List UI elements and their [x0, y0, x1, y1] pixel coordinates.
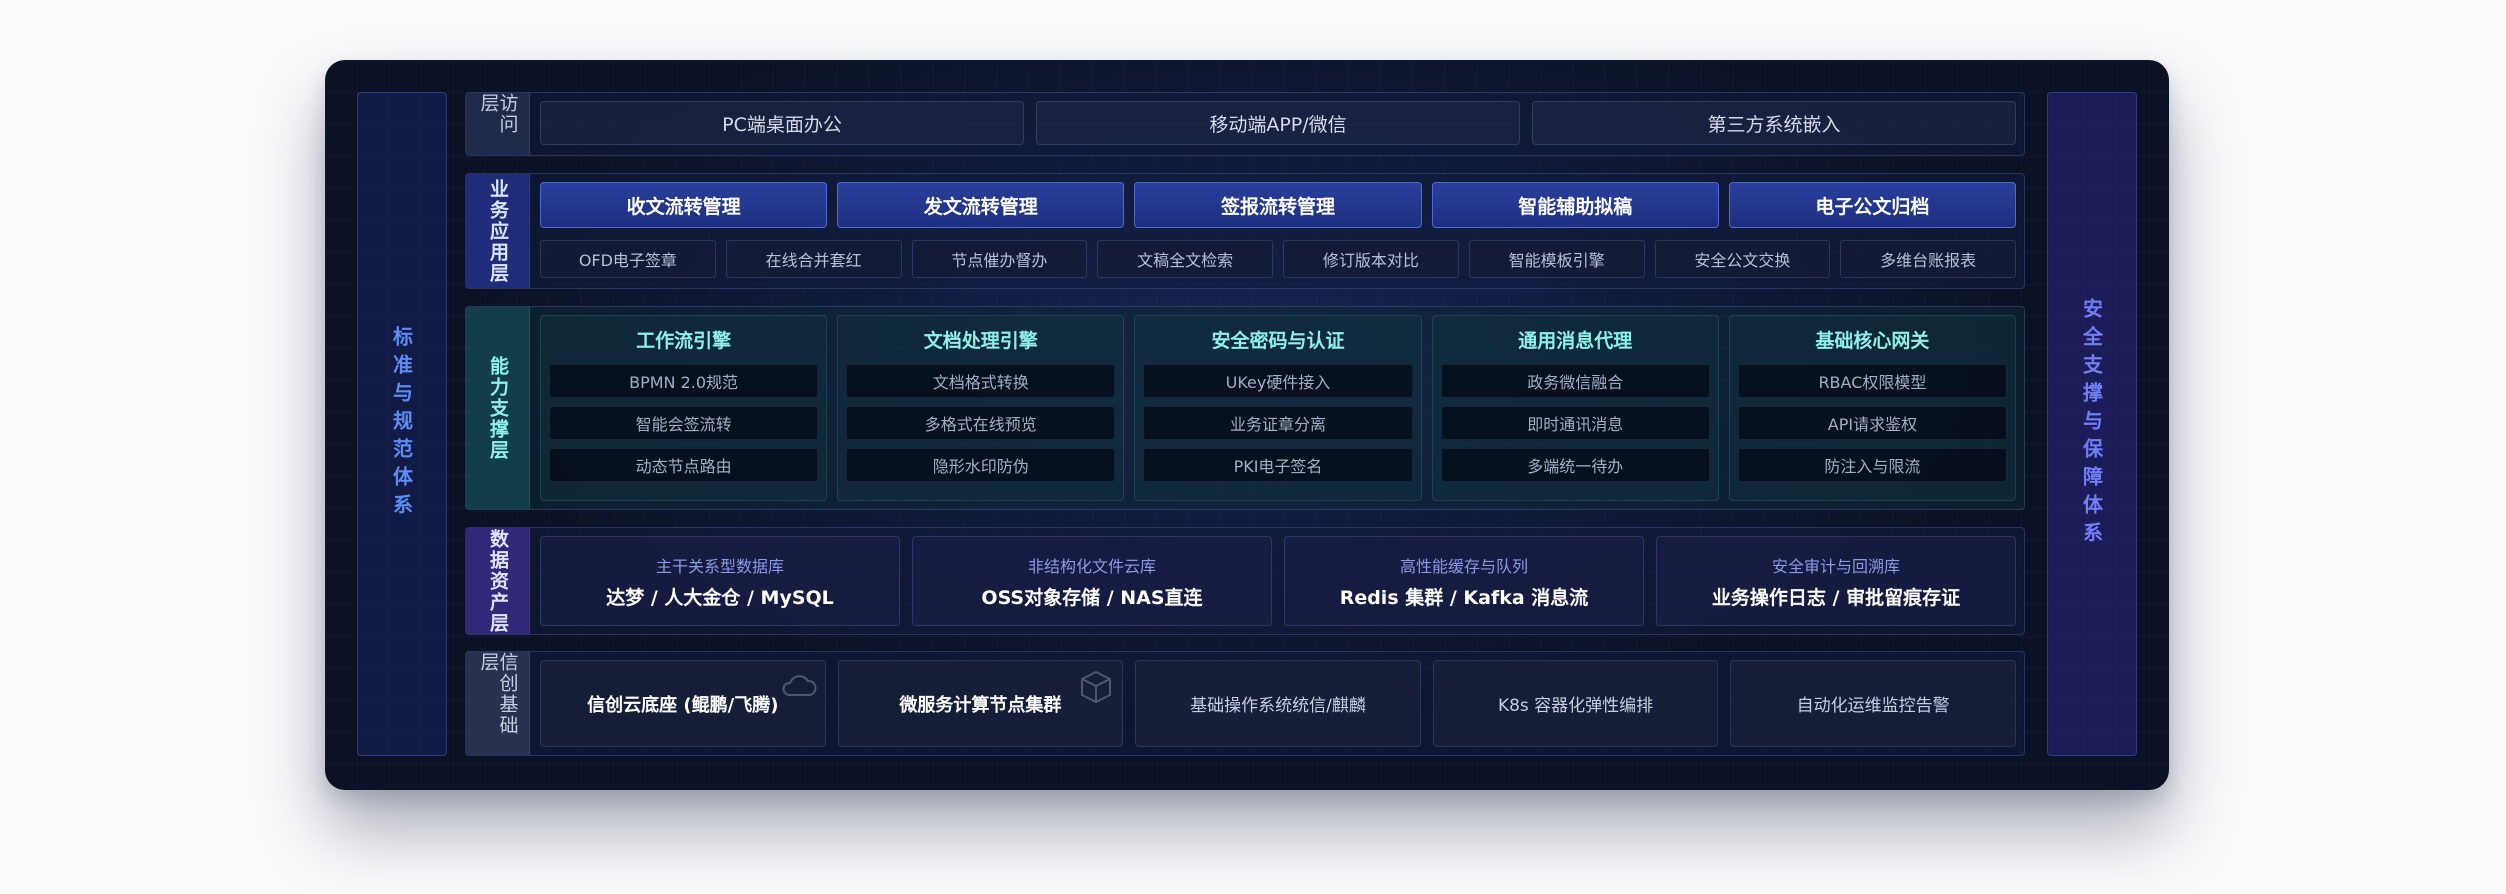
business-primary-item: 签报流转管理 — [1134, 182, 1422, 228]
capability-layer: 能力支撑层 工作流引擎 BPMN 2.0规范 智能会签流转 动态节点路由 文档处… — [465, 306, 2025, 510]
capability-item: 防注入与限流 — [1737, 448, 2008, 482]
access-layer: 访问层 PC端桌面办公 移动端APP/微信 第三方系统嵌入 — [465, 92, 2025, 156]
infra-layer-label: 信创基础层 — [477, 652, 519, 736]
business-primary-item: 电子公文归档 — [1728, 182, 2017, 228]
access-item: PC端桌面办公 — [540, 101, 1024, 145]
data-layer-label-box: 数据资产层 — [466, 528, 530, 634]
business-secondary-item: 智能模板引擎 — [1468, 240, 1645, 278]
data-store-caption: 安全审计与回溯库 — [1771, 556, 1900, 576]
capability-column-security: 安全密码与认证 UKey硬件接入 业务证章分离 PKI电子签名 — [1134, 315, 1422, 501]
capability-layer-label: 能力支撑层 — [487, 355, 509, 461]
access-item: 第三方系统嵌入 — [1532, 101, 2016, 145]
business-secondary-item: 多维台账报表 — [1840, 240, 2016, 278]
data-store-value: OSS对象存储 / NAS直连 — [981, 586, 1203, 609]
business-primary-item: 收文流转管理 — [540, 182, 828, 228]
data-store-caption: 非结构化文件云库 — [1027, 556, 1156, 576]
capability-item: 智能会签流转 — [549, 406, 819, 440]
infra-item: 微服务计算节点集群 — [837, 660, 1124, 747]
data-store: 非结构化文件云库 OSS对象存储 / NAS直连 — [912, 536, 1272, 626]
capability-item: PKI电子签名 — [1143, 448, 1413, 482]
data-store: 主干关系型数据库 达梦 / 人大金仓 / MySQL — [540, 536, 900, 626]
capability-title: 安全密码与认证 — [1211, 330, 1345, 352]
infra-item-label: 自动化运维监控告警 — [1796, 696, 1950, 716]
standards-pillar: 标准与规范体系 — [357, 92, 447, 756]
capability-item: 政务微信融合 — [1440, 364, 1710, 398]
infra-layer-label-box: 信创基础层 — [466, 652, 530, 755]
access-layer-label-box: 访问层 — [466, 93, 530, 155]
capability-title: 基础核心网关 — [1815, 330, 1930, 352]
infra-layer: 信创基础层 信创云底座 (鲲鹏/飞腾) 微服务计算节点集群 基础操作系统统信/麒… — [465, 651, 2025, 756]
capability-item: 多格式在线预览 — [846, 406, 1116, 440]
capability-item: 动态节点路由 — [549, 448, 819, 482]
business-secondary-item: 节点催办督办 — [911, 240, 1088, 278]
security-pillar-label: 安全支撑与保障体系 — [2079, 298, 2104, 550]
cloud-icon — [782, 675, 817, 696]
capability-title: 工作流引擎 — [636, 330, 732, 352]
data-store-value: 业务操作日志 / 审批留痕存证 — [1711, 586, 1961, 609]
business-layer-label: 业务应用层 — [487, 178, 509, 284]
capability-item: 即时通讯消息 — [1440, 406, 1710, 440]
capability-item: 业务证章分离 — [1143, 406, 1413, 440]
capability-item: 隐形水印防伪 — [846, 448, 1116, 482]
business-layer: 业务应用层 收文流转管理 发文流转管理 签报流转管理 智能辅助拟稿 电子公文归档… — [465, 173, 2025, 289]
data-store: 高性能缓存与队列 Redis 集群 / Kafka 消息流 — [1284, 536, 1644, 626]
capability-title: 通用消息代理 — [1518, 330, 1633, 352]
business-secondary-item: 安全公文交换 — [1654, 240, 1831, 278]
capability-column-gateway: 基础核心网关 RBAC权限模型 API请求鉴权 防注入与限流 — [1728, 315, 2017, 501]
capability-layer-label-box: 能力支撑层 — [466, 307, 530, 509]
data-store-caption: 主干关系型数据库 — [655, 556, 784, 576]
capability-item: RBAC权限模型 — [1737, 364, 2008, 398]
access-layer-label: 访问层 — [477, 93, 519, 135]
standards-pillar-label: 标准与规范体系 — [389, 326, 414, 522]
data-store-value: Redis 集群 / Kafka 消息流 — [1339, 586, 1589, 609]
infra-item: K8s 容器化弹性编排 — [1432, 660, 1719, 747]
capability-item: BPMN 2.0规范 — [549, 364, 819, 398]
infra-item-label: 信创云底座 (鲲鹏/飞腾) — [587, 694, 779, 716]
infra-item-label: K8s 容器化弹性编排 — [1497, 696, 1654, 716]
infra-item-label: 基础操作系统统信/麒麟 — [1190, 696, 1366, 716]
data-store-caption: 高性能缓存与队列 — [1399, 556, 1528, 576]
infra-item: 自动化运维监控告警 — [1730, 660, 2016, 747]
capability-item: 文档格式转换 — [846, 364, 1116, 398]
cube-icon — [1081, 671, 1112, 703]
capability-column-workflow: 工作流引擎 BPMN 2.0规范 智能会签流转 动态节点路由 — [540, 315, 828, 501]
capability-item: UKey硬件接入 — [1143, 364, 1413, 398]
capability-item: 多端统一待办 — [1440, 448, 1710, 482]
business-secondary-item: 文稿全文检索 — [1097, 240, 1273, 278]
capability-title: 文档处理引擎 — [923, 330, 1038, 352]
capability-item: API请求鉴权 — [1737, 406, 2008, 440]
access-item: 移动端APP/微信 — [1036, 101, 1520, 145]
business-secondary-item: 在线合并套红 — [725, 240, 902, 278]
capability-column-document: 文档处理引擎 文档格式转换 多格式在线预览 隐形水印防伪 — [837, 315, 1125, 501]
data-store: 安全审计与回溯库 业务操作日志 / 审批留痕存证 — [1656, 536, 2016, 626]
business-secondary-item: 修订版本对比 — [1283, 240, 1459, 278]
business-primary-item: 发文流转管理 — [837, 182, 1125, 228]
data-layer: 数据资产层 主干关系型数据库 达梦 / 人大金仓 / MySQL 非结构化文件云… — [465, 527, 2025, 635]
architecture-diagram: 标准与规范体系 安全支撑与保障体系 访问层 PC端桌面办公 移动端APP/微信 … — [325, 60, 2169, 790]
infra-item-label: 微服务计算节点集群 — [899, 694, 1062, 716]
capability-column-messaging: 通用消息代理 政务微信融合 即时通讯消息 多端统一待办 — [1431, 315, 1719, 501]
business-layer-label-box: 业务应用层 — [466, 174, 530, 288]
business-secondary-item: OFD电子签章 — [540, 240, 716, 278]
data-store-value: 达梦 / 人大金仓 / MySQL — [606, 586, 834, 609]
infra-item: 信创云底座 (鲲鹏/飞腾) — [540, 660, 826, 747]
data-layer-label: 数据资产层 — [487, 528, 509, 634]
business-primary-item: 智能辅助拟稿 — [1431, 182, 1719, 228]
security-pillar: 安全支撑与保障体系 — [2047, 92, 2137, 756]
infra-item: 基础操作系统统信/麒麟 — [1135, 660, 1421, 747]
